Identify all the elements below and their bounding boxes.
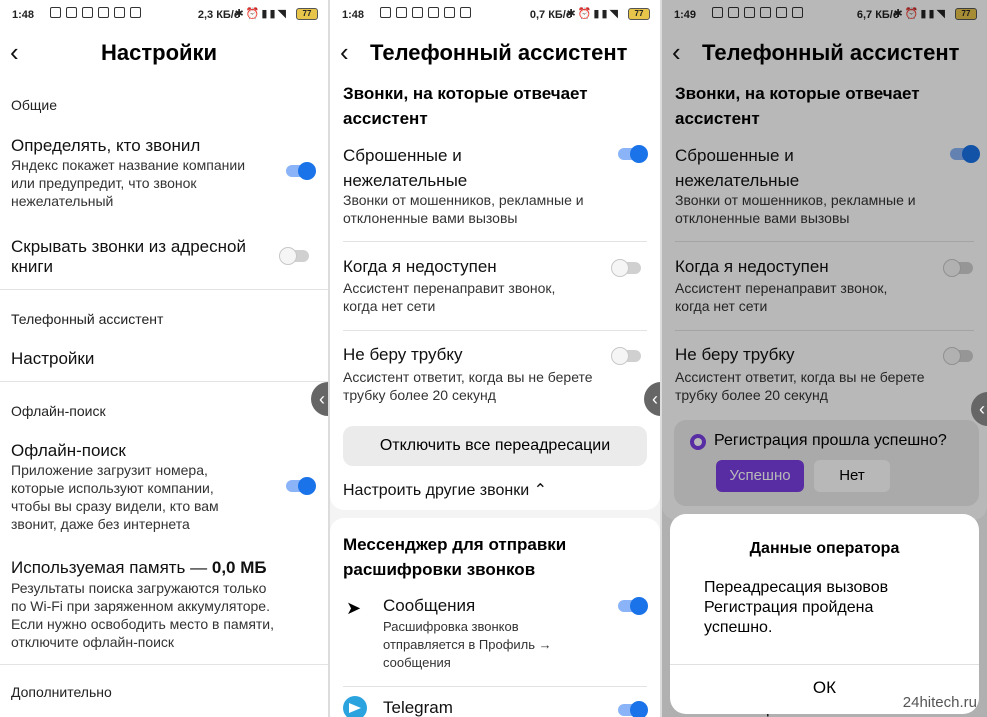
divider — [670, 664, 979, 665]
divider — [0, 289, 328, 290]
unavailable-toggle[interactable] — [611, 259, 641, 277]
status-bar: 1:48 2,3 КБ/с ✱⏰▮▮◥ 77 — [0, 0, 328, 30]
dialog-title: Данные оператора — [749, 540, 900, 557]
no-answer-desc: Ассистент ответит, когда вы не берете тр… — [343, 369, 593, 403]
memory-value: 0,0 МБ — [211, 558, 267, 577]
hide-calls-toggle[interactable] — [279, 247, 309, 265]
messages-toggle[interactable] — [618, 597, 648, 615]
section-more: Дополнительно — [11, 684, 112, 700]
back-arrow-icon[interactable]: ‹ — [340, 39, 349, 65]
caller-id-desc: Яндекс покажет название компании или пре… — [11, 157, 246, 209]
page-title: Телефонный ассистент — [370, 40, 628, 65]
telegram-toggle[interactable] — [618, 701, 648, 717]
divider — [343, 330, 647, 331]
battery-icon: 77 — [296, 8, 318, 20]
status-time: 1:48 — [12, 9, 35, 21]
rejected-toggle[interactable] — [618, 145, 648, 163]
messenger-heading: Мессенджер для отправки расшифровки звон… — [343, 535, 567, 579]
section-offline: Офлайн-поиск — [11, 403, 106, 419]
back-arrow-icon[interactable]: ‹ — [10, 39, 19, 65]
app-header: ‹ Телефонный ассистент — [330, 30, 660, 76]
side-handle-icon[interactable]: ‹ — [311, 382, 328, 416]
disable-forwarding-button[interactable]: Отключить все переадресации — [343, 426, 647, 466]
messages-label: Сообщения — [383, 596, 476, 615]
assistant-settings-link[interactable]: Настройки — [11, 349, 94, 369]
app-header: ‹ Настройки — [0, 30, 328, 76]
operator-dialog: Данные оператора Переадресация вызовов Р… — [670, 514, 979, 714]
caller-id-label: Определять, кто звонил — [11, 136, 201, 155]
messenger-card: Мессенджер для отправки расшифровки звон… — [330, 518, 660, 717]
memory-desc: Результаты поиска загружаются только по … — [11, 580, 275, 650]
offline-search-toggle[interactable] — [286, 477, 316, 495]
messages-desc: Расшифровка звонков отправляется в Профи… — [383, 619, 552, 670]
divider — [0, 381, 328, 382]
calls-card: Звонки, на которые отвечает ассистент Сб… — [330, 76, 660, 510]
caller-id-toggle[interactable] — [286, 162, 316, 180]
signal-icons: ✱⏰▮▮◥ — [234, 8, 288, 20]
section-general: Общие — [11, 97, 58, 113]
notification-icons — [380, 7, 471, 18]
other-calls-text: Настроить другие звонки — [343, 482, 530, 499]
other-calls-link[interactable]: Настроить другие звонки ⌃ — [343, 480, 547, 500]
unavailable-label: Когда я недоступен — [343, 257, 497, 276]
operator-dialog-screen: 1:49 6,7 КБ/с ✱⏰▮▮◥ 77 ‹ Телефонный асси… — [662, 0, 987, 717]
signal-icons: ✱⏰▮▮◥ — [566, 8, 620, 20]
status-time: 1:48 — [342, 9, 365, 21]
no-answer-toggle[interactable] — [611, 347, 641, 365]
telegram-icon — [343, 696, 367, 717]
section-assistant: Телефонный ассистент — [11, 311, 164, 327]
chevron-up-icon: ⌃ — [533, 482, 547, 499]
no-answer-label: Не беру трубку — [343, 345, 463, 364]
page-title: Настройки — [101, 40, 218, 65]
watermark: 24hitech.ru — [902, 694, 977, 711]
calls-heading: Звонки, на которые отвечает ассистент — [343, 84, 588, 128]
unavailable-desc: Ассистент перенаправит звонок, когда нет… — [343, 280, 556, 314]
rejected-label: Сброшенные и нежелательные — [343, 146, 468, 190]
divider — [343, 241, 647, 242]
send-icon: ➤ — [346, 598, 362, 618]
dialog-message: Переадресация вызовов Регистрация пройде… — [704, 579, 889, 636]
hide-calls-label: Скрывать звонки из адресной книги — [11, 237, 246, 276]
status-bar: 1:48 0,7 КБ/с ✱⏰▮▮◥ 77 — [330, 0, 660, 30]
battery-icon: 77 — [628, 8, 650, 20]
rejected-desc: Звонки от мошенников, рекламные и отклон… — [343, 192, 584, 226]
memory-label-text: Используемая память — — [11, 558, 212, 577]
notification-icons — [50, 7, 141, 18]
divider — [343, 686, 647, 687]
offline-search-label: Офлайн-поиск — [11, 441, 126, 460]
memory-label: Используемая память — 0,0 МБ — [11, 558, 267, 578]
settings-screen: 1:48 2,3 КБ/с ✱⏰▮▮◥ 77 ‹ Настройки Общие… — [0, 0, 328, 717]
assistant-screen: 1:48 0,7 КБ/с ✱⏰▮▮◥ 77 ‹ Телефонный асси… — [330, 0, 660, 717]
offline-search-desc: Приложение загрузит номера, которые испо… — [11, 462, 219, 532]
telegram-label: Telegram — [383, 698, 453, 717]
divider — [0, 664, 328, 665]
